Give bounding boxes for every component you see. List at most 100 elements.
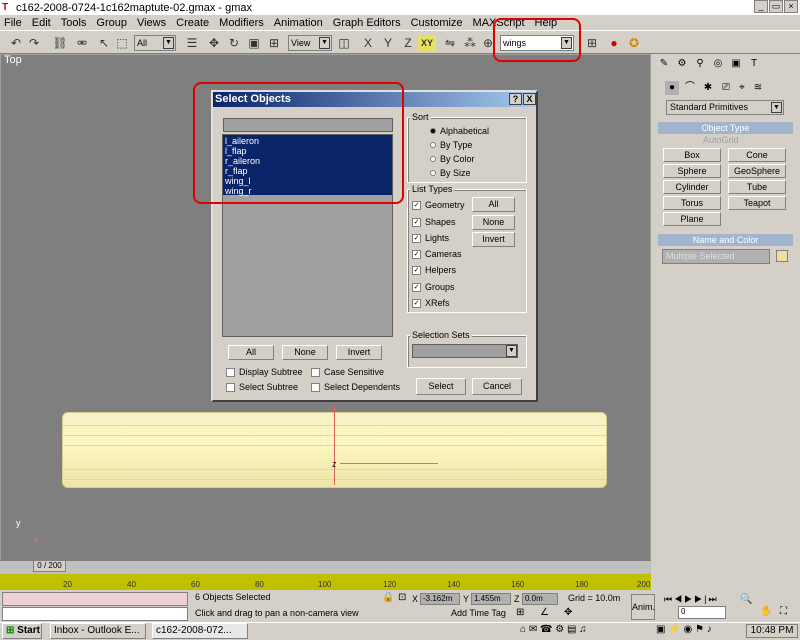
pan-hand-icon[interactable]: ✋	[760, 606, 772, 617]
add-time-tag-button[interactable]: Add Time Tag	[451, 608, 506, 618]
sort-alphabetical-radio[interactable]: Alphabetical	[430, 126, 489, 136]
autogrid-checkbox[interactable]: AutoGrid	[703, 135, 739, 145]
shapes-icon[interactable]: ⌒	[683, 81, 697, 95]
lock-selection-icon[interactable]: 🔒	[382, 592, 394, 603]
modify-tab-icon[interactable]: ⚙	[675, 57, 689, 71]
time-slider-track[interactable]	[0, 560, 651, 574]
geosphere-button[interactable]: GeoSphere	[728, 164, 786, 178]
sort-by-type-radio[interactable]: By Type	[430, 140, 472, 150]
axis-xy-button[interactable]: XY	[418, 35, 436, 51]
select-all-button[interactable]: All	[228, 345, 274, 360]
cylinder-button[interactable]: Cylinder	[663, 180, 721, 194]
y-coordinate-field[interactable]: 1.455m	[471, 593, 511, 605]
groups-checkbox[interactable]: ✓ Groups	[412, 282, 455, 292]
axis-y-icon[interactable]: Y	[380, 35, 396, 51]
tray-icons[interactable]: ▣ ⚡ ◉ ⚑ ♪	[656, 624, 712, 635]
shapes-checkbox[interactable]: ✓ Shapes	[412, 217, 456, 227]
maximize-viewport-icon[interactable]: ⛶	[780, 606, 787, 617]
select-arrow-icon[interactable]: ↖	[96, 35, 112, 51]
align-icon[interactable]: ⊞	[266, 35, 282, 51]
start-button[interactable]: ⊞ Start	[2, 623, 42, 639]
menu-graph-editors[interactable]: Graph Editors	[333, 17, 401, 29]
select-invert-button[interactable]: Invert	[336, 345, 382, 360]
axis-x-icon[interactable]: X	[360, 35, 376, 51]
current-frame-field[interactable]: 0	[678, 606, 726, 619]
menu-views[interactable]: Views	[137, 17, 166, 29]
lights-icon[interactable]: ✱	[701, 81, 715, 95]
cameras-icon[interactable]: ⎚	[719, 81, 733, 95]
display-subtree-checkbox[interactable]: Display Subtree	[226, 367, 303, 377]
menu-group[interactable]: Group	[96, 17, 127, 29]
hierarchy-tab-icon[interactable]: ⚲	[693, 57, 707, 71]
quicklaunch-icons[interactable]: ⌂ ✉ ☎ ⚙ ▤ ♫	[520, 624, 587, 635]
maxscript-listener-input[interactable]	[2, 607, 188, 621]
torus-button[interactable]: Torus	[663, 196, 721, 210]
menu-animation[interactable]: Animation	[274, 17, 323, 29]
lights-checkbox[interactable]: ✓ Lights	[412, 233, 449, 243]
xrefs-checkbox[interactable]: ✓ XRefs	[412, 298, 450, 308]
create-tab-icon[interactable]: ✎	[657, 57, 671, 71]
selection-sets-dropdown[interactable]: ▼	[412, 344, 518, 358]
helpers-checkbox[interactable]: ✓ Helpers	[412, 265, 456, 275]
minimize-button[interactable]: _	[754, 0, 768, 13]
sort-by-size-radio[interactable]: By Size	[430, 168, 471, 178]
dialog-help-button[interactable]: ?	[509, 93, 522, 105]
absolute-mode-icon[interactable]: ⊡	[398, 592, 406, 603]
redo-icon[interactable]: ↷	[26, 35, 42, 51]
sort-by-color-radio[interactable]: By Color	[430, 154, 475, 164]
material-editor-icon[interactable]: ⊞	[584, 35, 600, 51]
taskbar-outlook[interactable]: Inbox - Outlook E...	[50, 623, 146, 639]
select-none-button[interactable]: None	[282, 345, 328, 360]
close-button[interactable]: ×	[784, 0, 798, 13]
quick-render-icon[interactable]: ✪	[626, 35, 642, 51]
undo-icon[interactable]: ↶	[8, 35, 24, 51]
move-icon[interactable]: ✥	[206, 35, 222, 51]
menu-modifiers[interactable]: Modifiers	[219, 17, 264, 29]
select-by-name-icon[interactable]: ☰	[184, 35, 200, 51]
list-types-invert-button[interactable]: Invert	[472, 232, 515, 247]
z-coordinate-field[interactable]: 0.0m	[522, 593, 558, 605]
plane-button[interactable]: Plane	[663, 212, 721, 226]
menu-customize[interactable]: Customize	[411, 17, 463, 29]
dialog-close-button[interactable]: X	[523, 93, 536, 105]
link-icon[interactable]: ⛓	[52, 35, 68, 51]
unlink-icon[interactable]: ⚮	[74, 35, 90, 51]
axis-z-icon[interactable]: Z	[400, 35, 416, 51]
snap-toggle-icon[interactable]: ⊞	[516, 607, 524, 618]
zoom-icon[interactable]: 🔍	[740, 594, 752, 605]
name-color-rollout[interactable]: Name and Color	[658, 234, 793, 246]
time-slider[interactable]: 0 / 200	[33, 560, 66, 572]
motion-tab-icon[interactable]: ◎	[711, 57, 725, 71]
sphere-button[interactable]: Sphere	[663, 164, 721, 178]
geometry-icon[interactable]: ●	[665, 81, 679, 95]
menu-tools[interactable]: Tools	[61, 17, 87, 29]
tube-button[interactable]: Tube	[728, 180, 786, 194]
helpers-icon[interactable]: ⌖	[735, 81, 749, 95]
geometry-checkbox[interactable]: ✓ Geometry	[412, 200, 465, 210]
display-tab-icon[interactable]: ▣	[729, 57, 743, 71]
scale-icon[interactable]: ▣	[246, 35, 262, 51]
object-color-swatch[interactable]	[776, 250, 788, 262]
reference-coord-dropdown[interactable]: View ▼	[288, 35, 332, 51]
spacewarps-icon[interactable]: ≋	[751, 81, 765, 95]
pivot-center-icon[interactable]: ◫	[336, 35, 352, 51]
taskbar-gmax[interactable]: c162-2008-072...	[152, 623, 248, 639]
select-dependents-checkbox[interactable]: Select Dependents	[311, 382, 400, 392]
viewport-label[interactable]: Top	[4, 54, 22, 66]
utilities-tab-icon[interactable]: T	[747, 57, 761, 71]
array-icon[interactable]: ⁂	[462, 35, 478, 51]
rotate-icon[interactable]: ↻	[226, 35, 242, 51]
object-name-field[interactable]: Multiple Selected	[662, 249, 770, 264]
list-types-none-button[interactable]: None	[472, 215, 515, 230]
render-teapot-icon[interactable]: ●	[606, 35, 622, 51]
angle-snap-icon[interactable]: ∠	[540, 607, 549, 618]
animate-button[interactable]: Anim.	[631, 594, 655, 620]
cone-button[interactable]: Cone	[728, 148, 786, 162]
selection-filter-dropdown[interactable]: All ▼	[134, 35, 176, 51]
list-types-all-button[interactable]: All	[472, 197, 515, 212]
pan-view-icon[interactable]: ✥	[564, 607, 572, 618]
menu-create[interactable]: Create	[176, 17, 209, 29]
cancel-button[interactable]: Cancel	[472, 378, 522, 395]
select-button[interactable]: Select	[416, 378, 466, 395]
maximize-button[interactable]: ▭	[769, 0, 783, 13]
